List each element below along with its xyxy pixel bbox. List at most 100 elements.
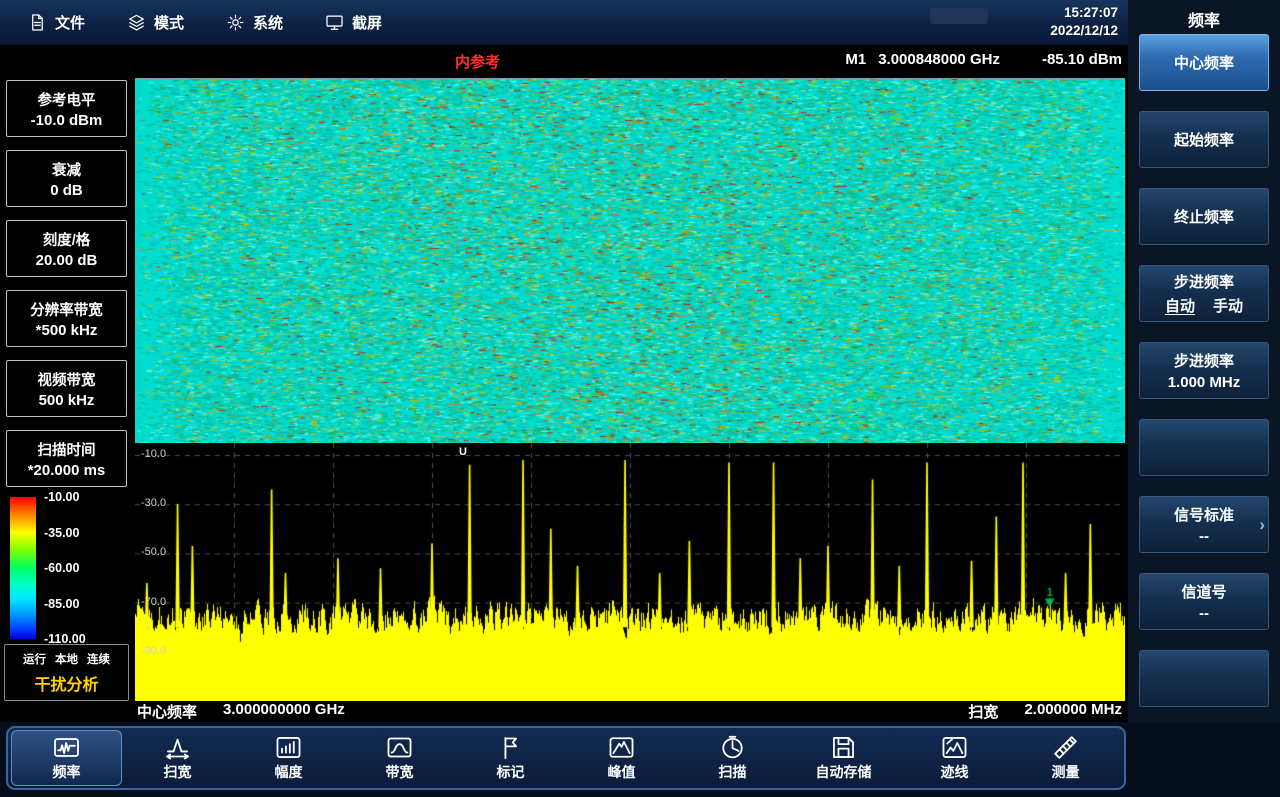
toolbar-item-label: 自动存储 [816, 762, 872, 782]
param-value: 0 dB [50, 182, 83, 199]
spectrum-analyzer-app: 文件模式系统截屏 15:27:07 2022/12/12 内参考 M13.000… [0, 0, 1280, 797]
softkey-step-freq-mode[interactable]: 步进频率自动手动 [1139, 265, 1269, 322]
softkey-value: -- [1199, 605, 1209, 622]
bottom-bar: 频率 扫宽 幅度 带宽标记 峰值 扫描 自动存储 迹线 测量 [0, 722, 1280, 797]
param-label: 扫描时间 [38, 439, 96, 460]
marker-name: M1 [845, 51, 866, 68]
menu-item-system[interactable]: 系统 [226, 12, 283, 33]
param-label: 参考电平 [38, 89, 96, 110]
autosave-icon [830, 734, 857, 761]
center-frequency-label: 中心频率 [137, 701, 197, 722]
menu-label: 文件 [55, 12, 85, 33]
clock: 15:27:07 2022/12/12 [1050, 4, 1118, 40]
marker-frequency: 3.000848000 GHz [878, 51, 1000, 68]
y-axis-tick-label: -10.0 [141, 448, 166, 460]
measure-icon [1052, 734, 1079, 761]
softkey-stop-freq[interactable]: 终止频率 [1139, 188, 1269, 245]
indicator-box [930, 8, 988, 24]
softkey-center-freq[interactable]: 中心频率 [1139, 34, 1269, 91]
softkey-label: 起始频率 [1174, 129, 1234, 150]
toolbar-item-label: 迹线 [941, 762, 969, 782]
menu-item-file[interactable]: 文件 [28, 12, 85, 33]
status-box: 运行本地连续 干扰分析 [4, 644, 129, 701]
softkey-option[interactable]: 手动 [1213, 295, 1243, 316]
sweep-icon [719, 734, 746, 761]
bandwidth-icon [386, 734, 413, 761]
toolbar-item-marker[interactable]: 标记 [455, 730, 566, 786]
softkey-start-freq[interactable]: 起始频率 [1139, 111, 1269, 168]
param-label: 视频带宽 [38, 369, 96, 390]
marker-amplitude: -85.10 dBm [1042, 51, 1122, 68]
toolbar-item-frequency[interactable]: 频率 [11, 730, 122, 786]
softkey-blank-2[interactable] [1139, 650, 1269, 707]
param-rbw[interactable]: 分辨率带宽 *500 kHz [6, 290, 127, 347]
param-label: 衰减 [52, 159, 81, 180]
toolbar-item-amplitude[interactable]: 幅度 [233, 730, 344, 786]
param-scale-div[interactable]: 刻度/格 20.00 dB [6, 220, 127, 277]
param-value: -10.0 dBm [31, 112, 103, 129]
softkey-blank-1[interactable] [1139, 419, 1269, 476]
param-label: 刻度/格 [43, 229, 91, 250]
toolbar-item-label: 频率 [53, 762, 81, 782]
toolbar-item-bandwidth[interactable]: 带宽 [344, 730, 455, 786]
softkey-option[interactable]: 自动 [1165, 295, 1195, 316]
toolbar-item-peak[interactable]: 峰值 [566, 730, 677, 786]
toolbar-item-autosave[interactable]: 自动存储 [788, 730, 899, 786]
y-axis-tick-label: -90.0 [141, 645, 166, 657]
toolbar-item-label: 扫宽 [164, 762, 192, 782]
main-toolbar: 频率 扫宽 幅度 带宽标记 峰值 扫描 自动存储 迹线 测量 [6, 726, 1126, 790]
menu-label: 模式 [154, 12, 184, 33]
toolbar-item-label: 测量 [1052, 762, 1080, 782]
colorbar-tick-label: -60.00 [44, 561, 86, 575]
colorbar-tick-label: -35.00 [44, 526, 86, 540]
toolbar-item-measure[interactable]: 测量 [1010, 730, 1121, 786]
param-ref-level[interactable]: 参考电平 -10.0 dBm [6, 80, 127, 137]
spectrum-display[interactable] [135, 443, 1125, 701]
amplitude-colorbar [10, 497, 36, 639]
softkey-step-freq-value[interactable]: 步进频率1.000 MHz [1139, 342, 1269, 399]
softkey-label: 信道号 [1181, 581, 1226, 602]
softkey-value: -- [1199, 528, 1209, 545]
softkey-label: 步进频率 [1174, 271, 1234, 292]
colorbar-tick-label: -85.00 [44, 597, 86, 611]
menu-label: 系统 [253, 12, 283, 33]
softkey-signal-standard[interactable]: 信号标准--› [1139, 496, 1269, 553]
toolbar-item-label: 峰值 [608, 762, 636, 782]
frequency-softkey-panel: 频率 中心频率起始频率终止频率步进频率自动手动步进频率1.000 MHz信号标准… [1128, 0, 1280, 797]
waterfall-display[interactable] [135, 78, 1125, 444]
span-value: 2.000000 MHz [1024, 701, 1122, 722]
y-axis-tick-label: -50.0 [141, 546, 166, 558]
screenshot-icon [325, 13, 344, 32]
marker-icon [497, 734, 524, 761]
center-frequency-readout: 中心频率 3.000000000 GHz [137, 701, 345, 722]
mode-label: 干扰分析 [34, 671, 98, 695]
toolbar-item-sweep[interactable]: 扫描 [677, 730, 788, 786]
param-value: *500 kHz [36, 322, 98, 339]
softkey-label: 中心频率 [1174, 52, 1234, 73]
file-icon [28, 13, 47, 32]
param-label: 分辨率带宽 [30, 299, 103, 320]
softkey-label: 步进频率 [1174, 350, 1234, 371]
toolbar-item-label: 扫描 [719, 762, 747, 782]
span-label: 扫宽 [968, 701, 998, 722]
status-word: 本地 [55, 651, 78, 667]
param-value: 500 kHz [39, 392, 95, 409]
colorbar-labels: -10.00-35.00-60.00-85.00-110.00 [44, 490, 86, 646]
param-vbw[interactable]: 视频带宽 500 kHz [6, 360, 127, 417]
status-line: 运行本地连续 [23, 651, 110, 667]
menu-item-screenshot[interactable]: 截屏 [325, 12, 382, 33]
y-axis-tick-label: -70.0 [141, 596, 166, 608]
param-value: *20.000 ms [28, 462, 106, 479]
softkey-channel-number[interactable]: 信道号 -- [1139, 573, 1269, 630]
param-attenuation[interactable]: 衰减 0 dB [6, 150, 127, 207]
toolbar-item-label: 幅度 [275, 762, 303, 782]
param-value: 20.00 dB [36, 252, 98, 269]
menu-item-mode[interactable]: 模式 [127, 12, 184, 33]
marker-readout: M1 3.000848000 GHz -85.10 dBm [845, 51, 1122, 68]
colorbar-tick-label: -10.00 [44, 490, 86, 504]
toolbar-item-label: 标记 [497, 762, 525, 782]
toolbar-item-trace[interactable]: 迹线 [899, 730, 1010, 786]
toolbar-item-span[interactable]: 扫宽 [122, 730, 233, 786]
top-menu-bar: 文件 模式 系统 截屏 15:27:07 2022/12/12 [0, 0, 1280, 45]
param-sweep-time[interactable]: 扫描时间 *20.000 ms [6, 430, 127, 487]
